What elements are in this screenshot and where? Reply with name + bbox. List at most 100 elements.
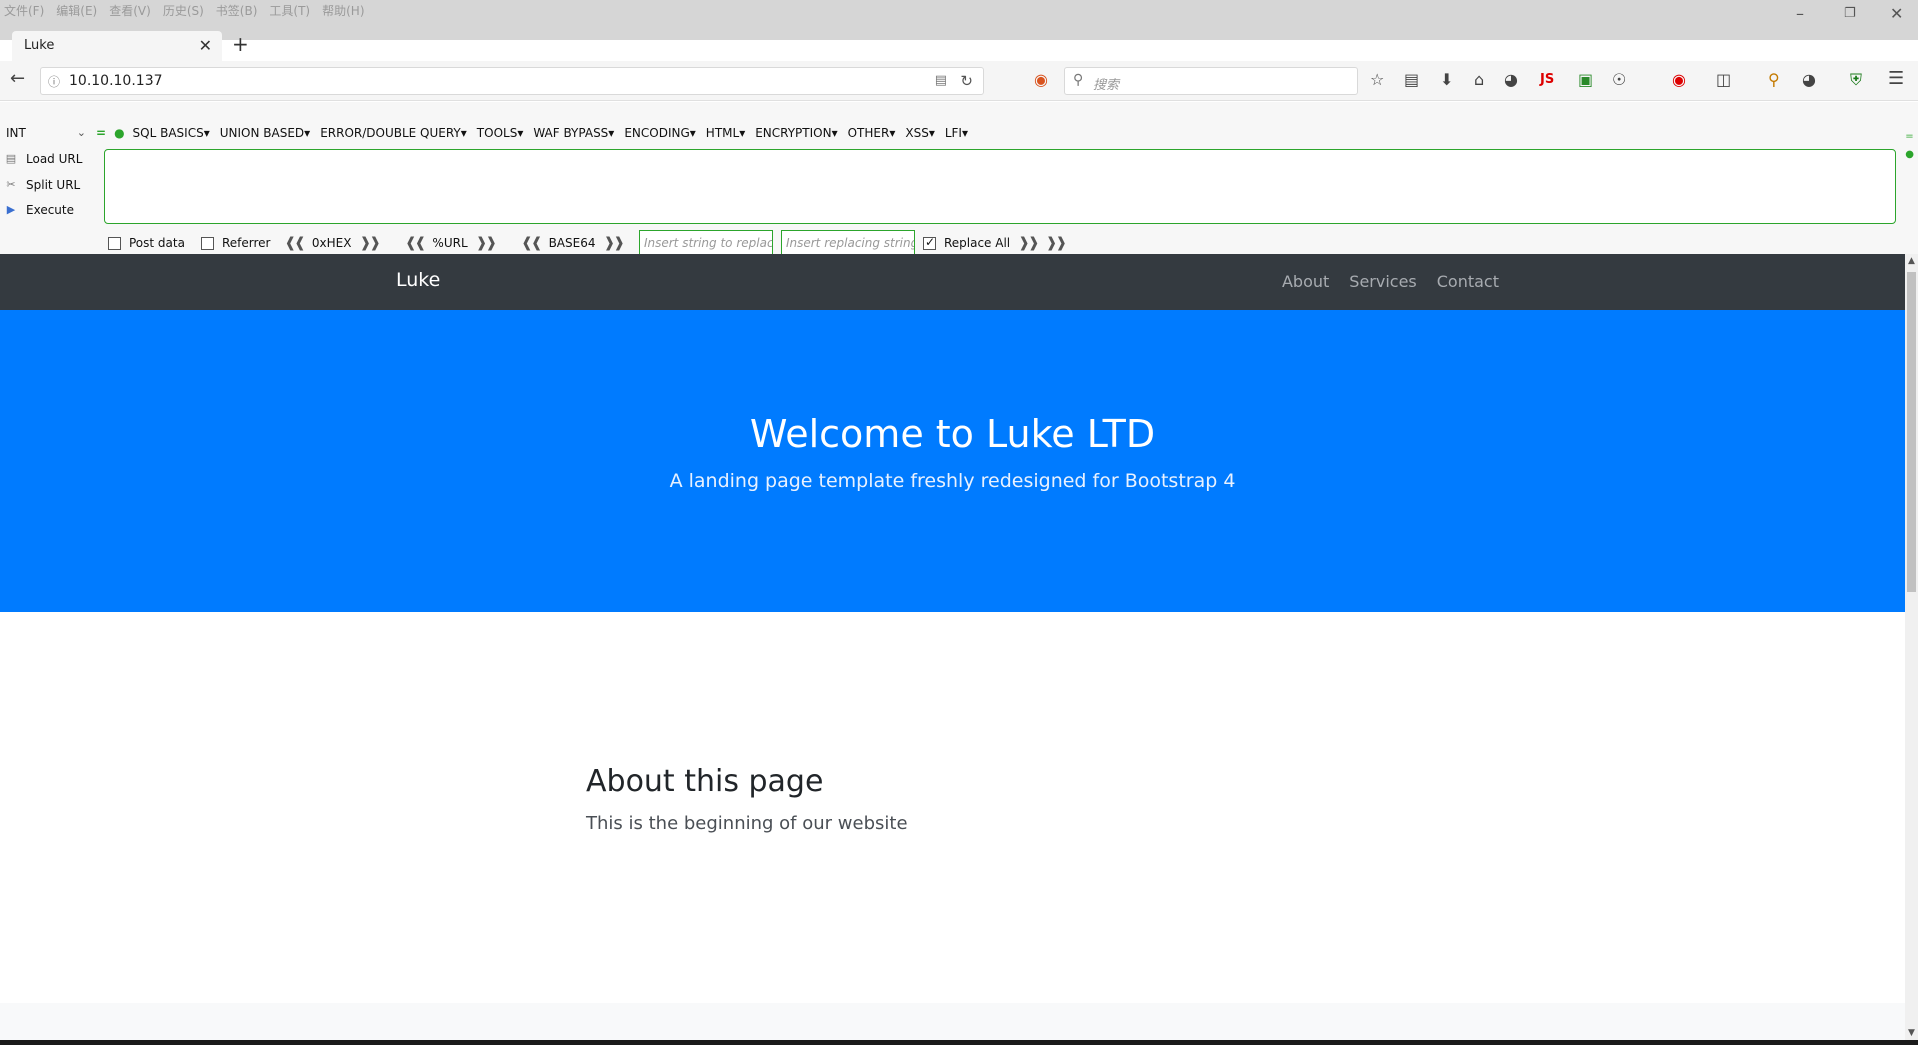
hackbar-menu: = ● SQL BASICS▾ UNION BASED▾ ERROR/DOUBL…: [96, 126, 968, 140]
close-window-icon[interactable]: ✕: [1890, 4, 1903, 23]
about-text: This is the beginning of our website: [586, 813, 908, 834]
base64-encode-arrow-icon[interactable]: ❱❱: [604, 235, 626, 251]
about-section: About this page This is the beginning of…: [586, 764, 908, 834]
hero-title: Welcome to Luke LTD: [749, 412, 1156, 456]
hackbar-url-textarea[interactable]: [104, 149, 1896, 224]
library-icon[interactable]: ▤: [1404, 70, 1419, 89]
load-url-icon: ▤: [5, 152, 17, 165]
home-icon[interactable]: ⌂: [1474, 70, 1484, 89]
hackbar-menu-html[interactable]: HTML▾: [706, 126, 745, 140]
menu-history[interactable]: 历史(S): [163, 2, 204, 19]
hamburger-menu-icon[interactable]: ☰: [1888, 68, 1904, 89]
menu-items: 文件(F) 编辑(E) 查看(V) 历史(S) 书签(B) 工具(T) 帮助(H…: [4, 2, 365, 19]
reader-view-icon[interactable]: ▤: [935, 73, 947, 88]
replace-all-label: Replace All: [943, 236, 1011, 250]
hackbar-menu-sql-basics[interactable]: SQL BASICS▾: [133, 126, 210, 140]
nav-link-contact[interactable]: Contact: [1437, 272, 1499, 291]
split-url-icon: ✂: [6, 178, 16, 191]
replace-all-checkbox[interactable]: [922, 235, 936, 250]
base64-label: BASE64: [548, 236, 596, 250]
hackbar-options: Post data Referrer ❰❰ 0xHEX ❱❱ ❰❰ %URL ❱…: [108, 230, 1068, 256]
hackbar-expand-icon[interactable]: ●: [114, 126, 124, 140]
execute-label: Execute: [26, 203, 74, 217]
scroll-down-icon[interactable]: ▼: [1905, 1028, 1918, 1038]
restore-icon[interactable]: ❐: [1844, 6, 1856, 21]
hex-decode-arrow-icon[interactable]: ❰❰: [284, 235, 306, 251]
execute-icon: ▶: [6, 203, 16, 216]
split-url-button[interactable]: ✂ Split URL: [4, 178, 80, 192]
execute-button[interactable]: ▶ Execute: [4, 203, 74, 217]
search-placeholder: 搜索: [1093, 78, 1120, 93]
site-nav-links: About Services Contact: [1282, 272, 1499, 291]
minimize-icon[interactable]: –: [1796, 4, 1804, 23]
tab-title: Luke: [24, 38, 55, 53]
menu-edit[interactable]: 编辑(E): [56, 2, 97, 19]
tab-luke[interactable]: Luke ✕: [12, 31, 222, 61]
scrollbar-thumb[interactable]: [1907, 272, 1916, 592]
replace-forward-arrow-icon[interactable]: ❱❱: [1018, 235, 1040, 251]
proxy-icon[interactable]: ◕: [1802, 70, 1816, 89]
chevron-down-icon: ⌄: [76, 126, 86, 139]
url-decode-arrow-icon[interactable]: ❰❰: [405, 235, 427, 251]
url-encode-arrow-icon[interactable]: ❱❱: [476, 235, 498, 251]
zoom-icon[interactable]: ⚲: [1768, 70, 1780, 89]
addon-icon[interactable]: ◉: [1034, 70, 1048, 89]
hackbar-panel: INT ⌄ = ● SQL BASICS▾ UNION BASED▾ ERROR…: [0, 102, 1918, 256]
js-toggle-icon[interactable]: JS: [1540, 72, 1554, 87]
hero-section: Welcome to Luke LTD A landing page templ…: [0, 310, 1905, 612]
menu-bookmarks[interactable]: 书签(B): [216, 2, 258, 19]
url-text: 10.10.10.137: [69, 73, 163, 89]
new-tab-icon[interactable]: +: [232, 32, 249, 56]
hackbar-menu-waf-bypass[interactable]: WAF BYPASS▾: [533, 126, 614, 140]
split-url-label: Split URL: [26, 178, 81, 192]
bookmark-star-icon[interactable]: ☆: [1370, 70, 1384, 89]
site-brand[interactable]: Luke: [396, 269, 440, 291]
shield-icon[interactable]: ⛨: [1850, 70, 1862, 90]
hackbar-menu-error-double-query[interactable]: ERROR/DOUBLE QUERY▾: [320, 126, 467, 140]
menu-view[interactable]: 查看(V): [109, 2, 151, 19]
search-icon: ⚲: [1073, 72, 1084, 88]
post-data-checkbox[interactable]: [108, 236, 121, 250]
menu-help[interactable]: 帮助(H): [322, 2, 364, 19]
hackbar-menu-encoding[interactable]: ENCODING▾: [624, 126, 695, 140]
url-encode-label: %URL: [432, 236, 468, 250]
download-icon[interactable]: ⬇: [1440, 70, 1453, 89]
next-section-band: [0, 1003, 1905, 1040]
taskbar-edge: [0, 1040, 1918, 1045]
hackbar-menu-other[interactable]: OTHER▾: [848, 126, 896, 140]
load-url-label: Load URL: [26, 152, 83, 166]
back-icon[interactable]: ←: [10, 68, 25, 89]
load-url-button[interactable]: ▤ Load URL: [4, 152, 83, 166]
nav-link-about[interactable]: About: [1282, 272, 1329, 291]
about-title: About this page: [586, 764, 824, 799]
hex-encode-arrow-icon[interactable]: ❱❱: [359, 235, 381, 251]
search-bar[interactable]: ⚲ 搜索: [1064, 67, 1358, 95]
reload-icon[interactable]: ↻: [960, 72, 973, 90]
close-tab-icon[interactable]: ✕: [199, 36, 212, 55]
page-scrollbar[interactable]: ▲ ▼: [1905, 254, 1918, 1040]
replace-execute-arrow-icon[interactable]: ❱❱: [1046, 235, 1068, 251]
referrer-checkbox[interactable]: [200, 236, 214, 250]
url-bar[interactable]: ⓘ 10.10.10.137 ▤ ↻: [40, 67, 984, 95]
base64-decode-arrow-icon[interactable]: ❰❰: [521, 235, 543, 251]
screenshot-icon[interactable]: ◫: [1716, 70, 1731, 89]
hackbar-menu-encryption[interactable]: ENCRYPTION▾: [755, 126, 837, 140]
replacing-string-input[interactable]: Insert replacing string: [780, 230, 915, 256]
hackbar-menu-tools[interactable]: TOOLS▾: [477, 126, 524, 140]
hackbar-menu-xss[interactable]: XSS▾: [905, 126, 934, 140]
replace-string-input[interactable]: Insert string to replace: [638, 230, 773, 256]
menu-tools[interactable]: 工具(T): [269, 2, 310, 19]
hackbar-menu-lfi[interactable]: LFI▾: [945, 126, 968, 140]
hackbar-type-value: INT: [6, 126, 26, 140]
nav-link-services[interactable]: Services: [1349, 272, 1416, 291]
menu-file[interactable]: 文件(F): [4, 2, 44, 19]
image-addon-icon[interactable]: ▣: [1578, 70, 1593, 89]
scroll-up-icon[interactable]: ▲: [1905, 256, 1918, 266]
hackbar-type-select[interactable]: INT ⌄: [2, 126, 90, 144]
hackbar-menu-union-based[interactable]: UNION BASED▾: [220, 126, 310, 140]
security-addon-icon[interactable]: ◉: [1672, 70, 1686, 89]
hackbar-collapse-icon[interactable]: =: [96, 126, 106, 140]
info-icon[interactable]: ⓘ: [48, 73, 60, 90]
cookie-icon[interactable]: ☉: [1612, 70, 1626, 89]
globe-icon[interactable]: ◕: [1504, 70, 1518, 89]
